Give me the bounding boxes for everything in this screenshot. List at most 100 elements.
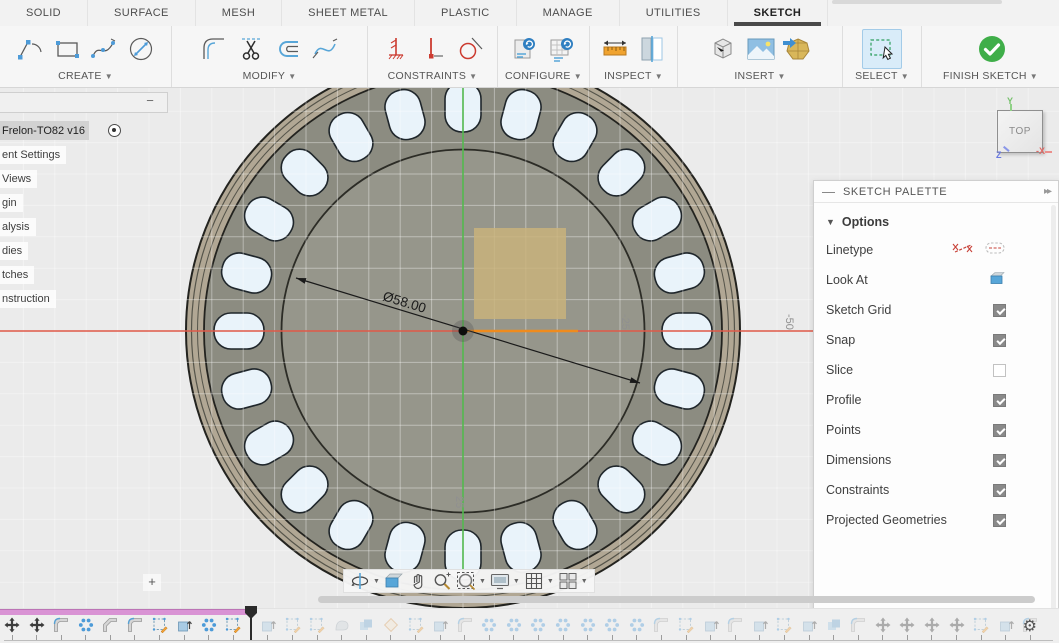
insert-decal-icon[interactable] bbox=[707, 32, 739, 66]
pan-icon[interactable] bbox=[407, 570, 429, 592]
browser-expand-button[interactable]: + bbox=[143, 574, 161, 591]
timeline-feature-combine-suppressed[interactable] bbox=[358, 617, 374, 640]
viewport-canvas[interactable]: Ø58.00-2525-50 − Frelon-TO82 v16 ent Set… bbox=[0, 88, 1059, 608]
linetype-construction-icon[interactable] bbox=[984, 240, 1006, 261]
checkbox-slice[interactable] bbox=[993, 364, 1006, 377]
timeline-feature-extrude-suppressed[interactable] bbox=[801, 617, 817, 640]
select-tool-active[interactable] bbox=[862, 29, 902, 69]
inspect-group-label[interactable]: INSPECT▼ bbox=[604, 70, 663, 82]
finish-sketch-icon[interactable] bbox=[975, 32, 1007, 66]
timeline-feature-sketch-suppressed[interactable] bbox=[309, 617, 325, 640]
grid-caret[interactable]: ▼ bbox=[547, 578, 554, 585]
inspect-measure-icon[interactable] bbox=[599, 32, 631, 66]
timeline-feature-fillet-suppressed[interactable] bbox=[850, 617, 866, 640]
timeline-feature-sketch-suppressed[interactable] bbox=[776, 617, 792, 640]
constraint-fix-icon[interactable] bbox=[380, 32, 412, 66]
timeline-feature-extrude[interactable] bbox=[176, 617, 192, 640]
create-rectangle-icon[interactable] bbox=[51, 32, 83, 66]
timeline-feature-sketch[interactable] bbox=[152, 617, 168, 640]
tab-plastic[interactable]: PLASTIC bbox=[415, 0, 517, 26]
fit-caret[interactable]: ▼ bbox=[479, 578, 486, 585]
timeline-feature-extrude-suppressed[interactable] bbox=[752, 617, 768, 640]
constraints-group-label[interactable]: CONSTRAINTS▼ bbox=[388, 70, 478, 82]
timeline-feature-sketch-suppressed[interactable] bbox=[678, 617, 694, 640]
modify-fillet-icon[interactable] bbox=[198, 32, 230, 66]
select-group-label[interactable]: SELECT▼ bbox=[855, 70, 909, 82]
configure-table-icon[interactable] bbox=[546, 32, 578, 66]
viewports-caret[interactable]: ▼ bbox=[581, 578, 588, 585]
constraint-tangent-icon[interactable] bbox=[454, 32, 486, 66]
timeline-feature-combine-suppressed[interactable] bbox=[826, 617, 842, 640]
create-group-label[interactable]: CREATE▼ bbox=[58, 70, 113, 82]
origin-point[interactable] bbox=[459, 327, 468, 336]
orbit-caret[interactable]: ▼ bbox=[373, 578, 380, 585]
timeline-group-band[interactable] bbox=[0, 609, 252, 615]
tab-surface[interactable]: SURFACE bbox=[88, 0, 196, 26]
browser-item-alysis[interactable]: alysis bbox=[0, 218, 36, 236]
timeline-feature-sketch-suppressed[interactable] bbox=[408, 617, 424, 640]
timeline-feature-fillet-suppressed[interactable] bbox=[727, 617, 743, 640]
timeline-feature-cpattern-suppressed[interactable] bbox=[506, 617, 522, 640]
timeline-feature-fillet[interactable] bbox=[127, 617, 143, 640]
modify-group-label[interactable]: MODIFY▼ bbox=[243, 70, 297, 82]
palette-collapse-icon[interactable]: — bbox=[822, 184, 835, 199]
configure-group-label[interactable]: CONFIGURE▼ bbox=[505, 70, 582, 82]
timeline-feature-fillet[interactable] bbox=[53, 617, 69, 640]
browser-root-node[interactable]: Frelon-TO82 v16 bbox=[0, 121, 89, 140]
timeline-feature-cpattern-suppressed[interactable] bbox=[530, 617, 546, 640]
timeline-feature-cpattern[interactable] bbox=[78, 617, 94, 640]
checkbox-projected-geometries[interactable] bbox=[993, 514, 1006, 527]
timeline-scrollbar[interactable] bbox=[318, 596, 1035, 603]
palette-dock-icon[interactable]: ▸▸ bbox=[1044, 186, 1050, 197]
browser-item-tches[interactable]: tches bbox=[0, 266, 34, 284]
tab-sheet-metal[interactable]: SHEET METAL bbox=[282, 0, 415, 26]
timeline-feature-extrude-suppressed[interactable] bbox=[260, 617, 276, 640]
timeline-feature-move-suppressed[interactable] bbox=[899, 617, 915, 640]
create-dimension-icon[interactable] bbox=[125, 32, 157, 66]
look-at-icon[interactable] bbox=[383, 570, 405, 592]
browser-item-views[interactable]: Views bbox=[0, 170, 37, 188]
checkbox-snap[interactable] bbox=[993, 334, 1006, 347]
modify-curve-icon[interactable] bbox=[309, 32, 341, 66]
insert-canvas-icon[interactable] bbox=[744, 32, 776, 66]
tab-sketch[interactable]: SKETCH bbox=[728, 0, 829, 26]
checkbox-profile[interactable] bbox=[993, 394, 1006, 407]
timeline-feature-sketch[interactable] bbox=[225, 617, 241, 640]
finish-sketch-group-label[interactable]: FINISH SKETCH▼ bbox=[943, 70, 1038, 82]
timeline-feature-sketch-suppressed[interactable] bbox=[973, 617, 989, 640]
timeline-feature-extrude-suppressed[interactable] bbox=[998, 617, 1014, 640]
browser-item-gin[interactable]: gin bbox=[0, 194, 23, 212]
timeline-playhead[interactable] bbox=[244, 606, 258, 640]
checkbox-points[interactable] bbox=[993, 424, 1006, 437]
timeline-feature-sketch-suppressed[interactable] bbox=[285, 617, 301, 640]
grid-icon[interactable] bbox=[523, 570, 545, 592]
timeline-feature-fillet-suppressed[interactable] bbox=[653, 617, 669, 640]
timeline-feature-fillet-suppressed[interactable] bbox=[457, 617, 473, 640]
modify-offset-icon[interactable] bbox=[272, 32, 304, 66]
display-caret[interactable]: ▼ bbox=[513, 578, 520, 585]
timeline-feature-cpattern-suppressed[interactable] bbox=[481, 617, 497, 640]
tab-utilities[interactable]: UTILITIES bbox=[620, 0, 728, 26]
viewports-icon[interactable] bbox=[557, 570, 579, 592]
timeline-feature-move[interactable] bbox=[4, 617, 20, 640]
timeline-feature-plane-suppressed[interactable] bbox=[383, 617, 399, 640]
timeline-feature-chamfer[interactable] bbox=[102, 617, 118, 640]
display-settings-icon[interactable] bbox=[489, 570, 511, 592]
browser-collapse-button[interactable]: − bbox=[141, 94, 159, 110]
palette-options-section[interactable]: ▼ Options bbox=[826, 209, 1058, 235]
highlighted-face[interactable] bbox=[474, 228, 566, 319]
timeline-feature-extrude-suppressed[interactable] bbox=[703, 617, 719, 640]
fit-icon[interactable] bbox=[455, 570, 477, 592]
orbit-icon[interactable] bbox=[349, 570, 371, 592]
browser-item-ent-settings[interactable]: ent Settings bbox=[0, 146, 66, 164]
timeline-settings-gear-icon[interactable]: ⚙ bbox=[1023, 619, 1037, 635]
tab-manage[interactable]: MANAGE bbox=[517, 0, 620, 26]
top-scrollbar[interactable] bbox=[832, 0, 1002, 4]
insert-mesh-icon[interactable] bbox=[781, 32, 813, 66]
insert-group-label[interactable]: INSERT▼ bbox=[734, 70, 785, 82]
timeline-feature-cpattern[interactable] bbox=[201, 617, 217, 640]
timeline-feature-cpattern-suppressed[interactable] bbox=[604, 617, 620, 640]
tab-solid[interactable]: SOLID bbox=[0, 0, 88, 26]
create-spline-icon[interactable] bbox=[88, 32, 120, 66]
modify-trim-icon[interactable] bbox=[235, 32, 267, 66]
